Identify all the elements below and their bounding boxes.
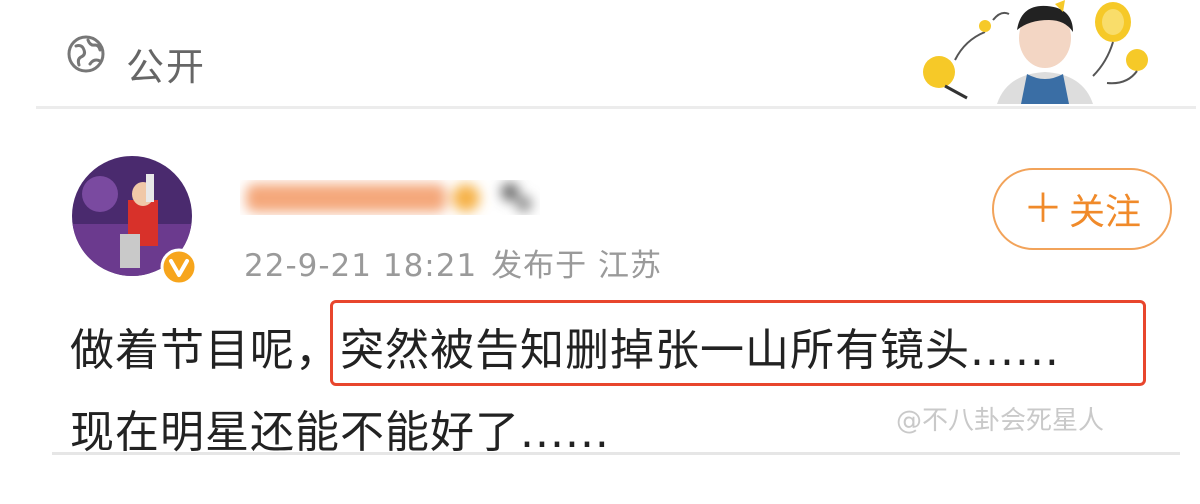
visibility-label: 公开 xyxy=(126,45,207,89)
author-name-blurred[interactable] xyxy=(240,176,540,220)
post-meta: 22-9-21 18:21 发布于 江苏 xyxy=(244,240,676,285)
plus-icon: ＋ xyxy=(1022,186,1063,232)
post-timestamp: 22-9-21 18:21 xyxy=(244,248,478,284)
post-text-prefix: 做着节目呢， xyxy=(70,325,340,376)
top-divider xyxy=(36,106,1196,109)
post-text-line-2: 现在明星还能不能好了...... xyxy=(70,407,610,458)
verified-badge-icon xyxy=(160,248,198,286)
follow-button[interactable]: ＋ 关注 xyxy=(992,168,1172,250)
top-bar: 公开 xyxy=(0,0,1200,108)
header-decoration-image xyxy=(923,0,1148,104)
bottom-divider xyxy=(52,452,1180,455)
globe-icon xyxy=(67,35,105,73)
follow-label: 关注 xyxy=(1068,192,1141,233)
highlight-box xyxy=(330,300,1146,386)
post-location: 发布于 江苏 xyxy=(491,248,663,284)
watermark: @不八卦会死星人 xyxy=(896,406,1105,436)
